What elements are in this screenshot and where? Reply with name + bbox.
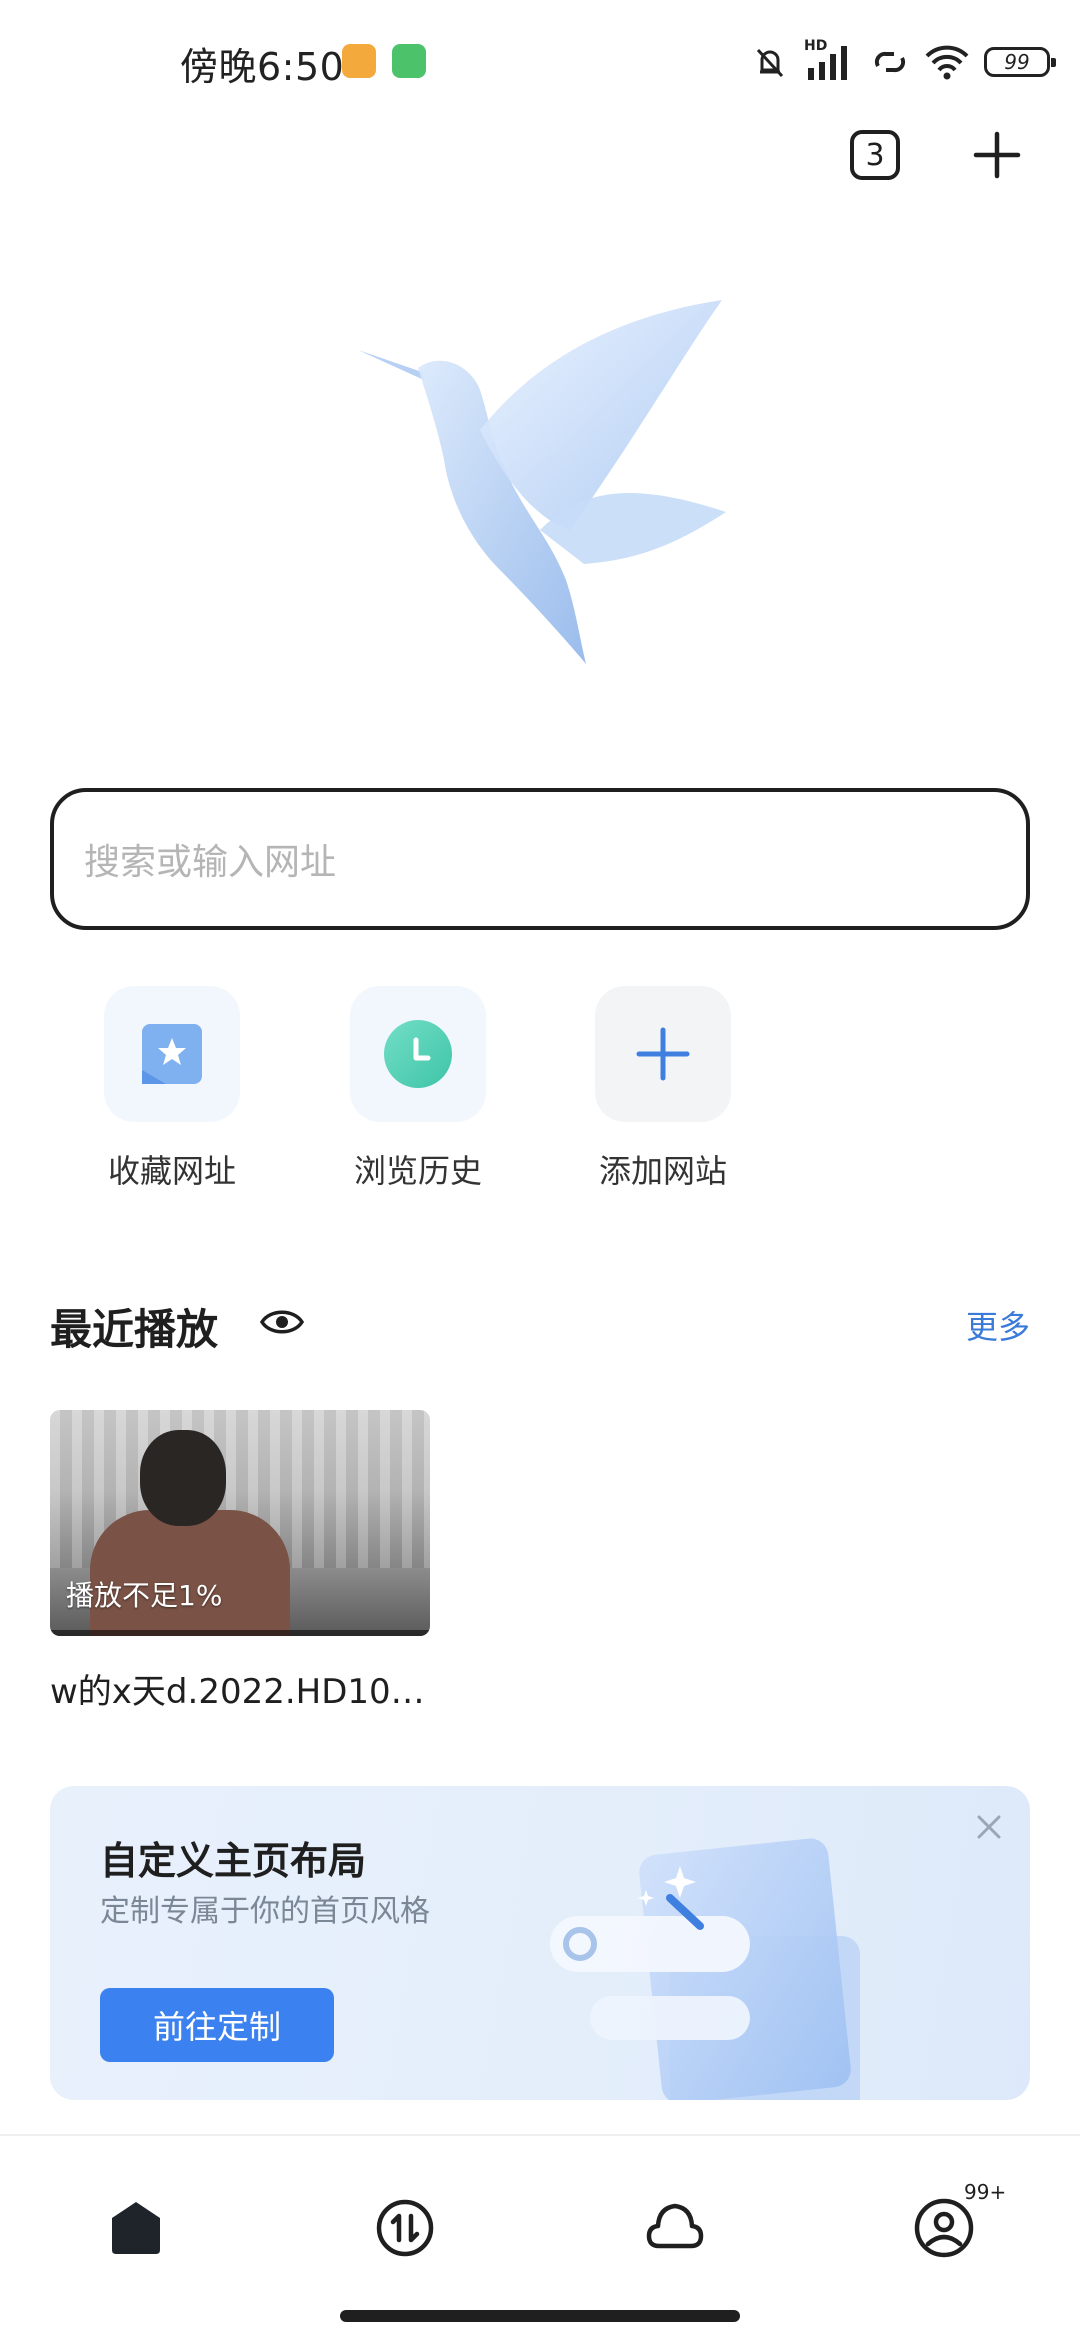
tab-switcher-button[interactable]: 3	[850, 130, 900, 180]
plus-icon[interactable]	[970, 128, 1024, 182]
clock-icon	[384, 1020, 452, 1088]
quick-link-add-site[interactable]: 添加网站	[583, 986, 743, 1192]
link-icon	[874, 51, 906, 73]
battery-level: 99	[1004, 50, 1030, 74]
quick-link-label: 添加网站	[598, 1152, 727, 1190]
add-site-tile	[595, 986, 731, 1122]
cell-signal-icon: HD	[804, 38, 856, 82]
quick-link-bookmarks[interactable]: 收藏网址	[92, 986, 252, 1192]
search-placeholder: 搜索或输入网址	[84, 842, 337, 883]
cloud-icon[interactable]	[643, 2196, 707, 2260]
profile-icon[interactable]	[912, 2196, 976, 2260]
bookmark-tile	[104, 986, 240, 1122]
recent-section-title: 最近播放	[50, 1305, 219, 1354]
bookmark-star-icon	[142, 1024, 202, 1084]
customize-homepage-card: 自定义主页布局 定制专属于你的首页风格 前往定制	[50, 1786, 1030, 2100]
bird-logo	[358, 300, 726, 664]
battery-indicator: 99	[984, 47, 1056, 77]
plus-icon	[636, 1027, 690, 1081]
more-link[interactable]: 更多	[966, 1302, 1030, 1348]
quick-link-history[interactable]: 浏览历史	[338, 986, 498, 1192]
mute-bell-icon	[756, 48, 784, 78]
home-indicator[interactable]	[340, 2310, 740, 2322]
notification-app-icon	[342, 44, 376, 78]
status-bar: 傍晚6:50 HD 99	[0, 0, 1080, 120]
transfer-icon[interactable]	[373, 2196, 437, 2260]
history-tile	[350, 986, 486, 1122]
customize-button[interactable]: 前往定制	[100, 1988, 334, 2062]
thumbnail-figure-body	[90, 1510, 290, 1636]
progress-bar	[50, 1630, 430, 1636]
thumbnail-figure-head	[140, 1430, 226, 1526]
layout-illustration	[550, 1838, 860, 2100]
search-input[interactable]: 搜索或输入网址	[50, 788, 1030, 930]
promo-subtitle: 定制专属于你的首页风格	[100, 1894, 430, 1929]
notification-android-icon	[392, 44, 426, 78]
status-time: 傍晚6:50	[180, 45, 345, 89]
video-title[interactable]: w的x天d.2022.HD10…	[50, 1664, 450, 1713]
quick-link-label: 收藏网址	[107, 1152, 236, 1190]
tab-count: 3	[865, 137, 885, 173]
quick-link-label: 浏览历史	[353, 1152, 482, 1190]
status-indicators: HD 99	[750, 38, 1056, 84]
play-progress-label: 播放不足1%	[66, 1579, 223, 1612]
eye-icon[interactable]	[260, 1306, 304, 1338]
home-icon[interactable]	[104, 2196, 168, 2260]
video-thumbnail[interactable]: 播放不足1%	[50, 1410, 430, 1636]
promo-title: 自定义主页布局	[100, 1839, 367, 1883]
wifi-icon	[925, 45, 969, 80]
close-icon[interactable]	[974, 1812, 1004, 1842]
notification-badge: 99+	[964, 2180, 1007, 2204]
